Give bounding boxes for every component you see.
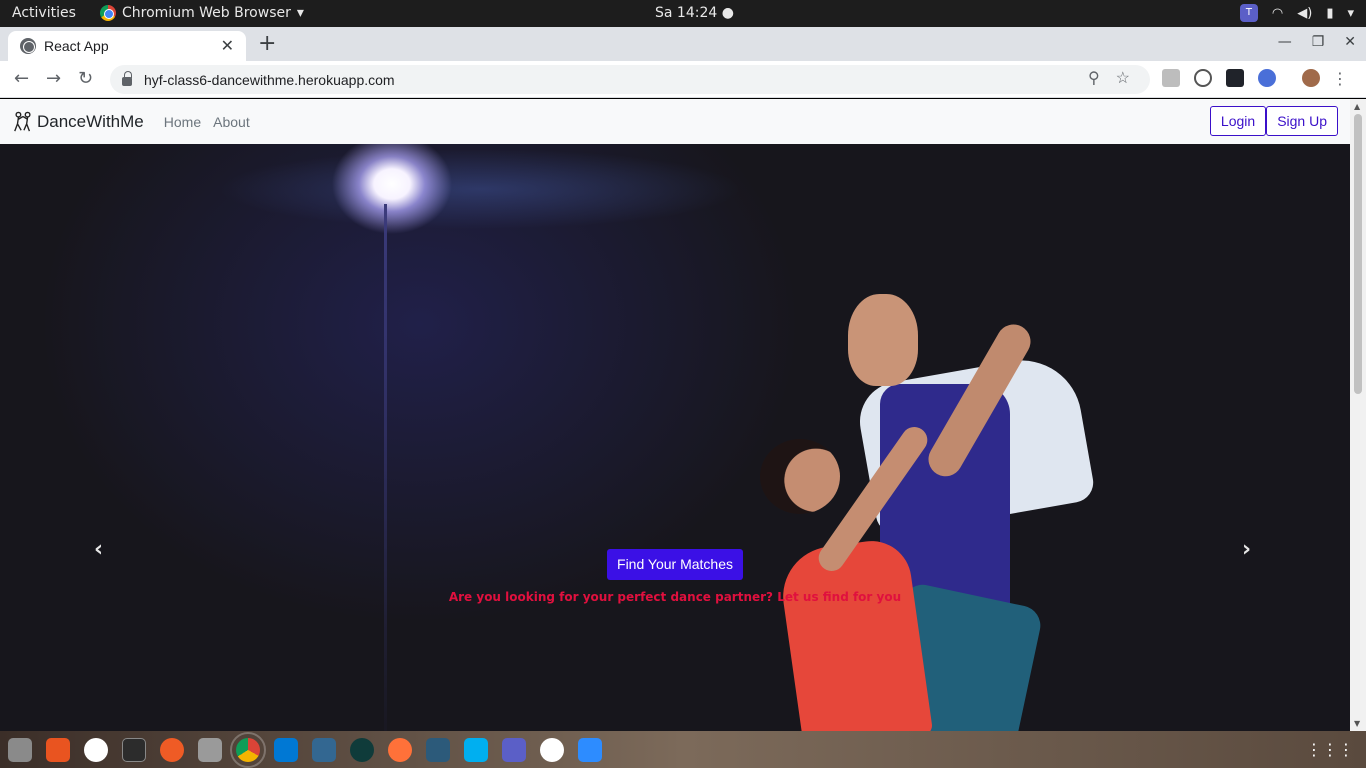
dancer-woman-head xyxy=(760,439,840,514)
bookmark-star-icon[interactable]: ☆ xyxy=(1116,68,1130,88)
new-tab-button[interactable]: + xyxy=(258,31,276,56)
url-text[interactable]: hyf-class6-dancewithme.herokuapp.com xyxy=(144,72,395,88)
scrollbar-thumb[interactable] xyxy=(1354,114,1362,394)
brand[interactable]: DanceWithMe xyxy=(12,111,144,133)
tab-strip: React App ✕ + — ❐ ✕ xyxy=(0,27,1366,61)
address-bar[interactable]: hyf-class6-dancewithme.herokuapp.com ⚲ ☆ xyxy=(110,65,1150,94)
scanner-icon[interactable] xyxy=(198,737,222,762)
close-window-icon[interactable]: ✕ xyxy=(1344,34,1356,50)
globe-icon xyxy=(20,38,36,54)
activities-button[interactable]: Activities xyxy=(12,5,76,21)
lock-icon[interactable] xyxy=(122,71,132,86)
clock-label: Sa 14:24 xyxy=(655,5,718,21)
signup-button[interactable]: Sign Up xyxy=(1266,106,1338,136)
slack-icon[interactable] xyxy=(84,737,108,762)
teams-tray-icon[interactable]: T xyxy=(1239,4,1258,22)
login-button[interactable]: Login xyxy=(1209,106,1267,136)
extensions xyxy=(1162,69,1320,87)
zoom-icon[interactable] xyxy=(578,737,602,762)
nav-link-home[interactable]: Home xyxy=(164,114,201,130)
chromium-icon xyxy=(100,5,116,21)
forward-icon[interactable]: → xyxy=(46,68,61,89)
profile-avatar[interactable] xyxy=(1302,69,1320,87)
spotlight-beam xyxy=(384,204,387,731)
extension-r-icon[interactable] xyxy=(1162,69,1180,87)
dancing-couple-image xyxy=(740,294,1100,731)
wifi-icon[interactable]: ◠ xyxy=(1272,6,1283,21)
auth-buttons: Login Sign Up xyxy=(1209,106,1338,136)
back-icon[interactable]: ← xyxy=(14,68,29,89)
postgres-icon[interactable] xyxy=(312,737,336,762)
tab-title: React App xyxy=(44,38,109,54)
close-icon[interactable]: ✕ xyxy=(221,36,234,56)
extension-circle-icon[interactable] xyxy=(1258,69,1276,87)
scroll-up-icon[interactable]: ▲ xyxy=(1354,102,1360,111)
page-scrollbar[interactable]: ▲ ▼ xyxy=(1350,99,1366,731)
mysql-workbench-icon[interactable] xyxy=(426,737,450,762)
browser-menu-icon[interactable]: ⋮ xyxy=(1332,69,1348,88)
dock xyxy=(0,731,1366,768)
files-icon[interactable] xyxy=(8,737,32,762)
omnibox-actions: ⚲ ☆ xyxy=(1088,68,1130,88)
reload-icon[interactable]: ↻ xyxy=(78,68,93,89)
scroll-down-icon[interactable]: ▼ xyxy=(1354,719,1360,728)
carousel-caption: Find Your Matches Are you looking for yo… xyxy=(0,549,1350,604)
app-menu-label: Chromium Web Browser xyxy=(122,5,291,21)
tab-react-app[interactable]: React App ✕ xyxy=(8,31,246,61)
hero-carousel: ‹ › Find Your Matches Are you looking fo… xyxy=(0,144,1350,731)
zoom-icon[interactable]: ⚲ xyxy=(1088,68,1100,88)
app-menu[interactable]: Chromium Web Browser ▾ xyxy=(100,5,304,21)
firefox-icon[interactable] xyxy=(388,737,412,762)
minimize-icon[interactable]: — xyxy=(1278,34,1292,50)
clock[interactable]: Sa 14:24 ● xyxy=(655,5,734,21)
chevron-down-icon[interactable]: ▾ xyxy=(1347,6,1354,21)
dancer-head xyxy=(848,294,918,386)
nav-link-about[interactable]: About xyxy=(213,114,250,130)
show-applications-icon[interactable]: ⋮⋮⋮ xyxy=(1306,740,1354,759)
software-center-icon[interactable] xyxy=(46,737,70,762)
terminal-icon[interactable] xyxy=(122,737,146,762)
chevron-down-icon: ▾ xyxy=(296,5,304,21)
teams-icon[interactable] xyxy=(502,737,526,762)
system-tray[interactable]: T ◠ ◀) ▮ ▾ xyxy=(1239,4,1354,22)
react-devtools-icon[interactable] xyxy=(1226,69,1244,87)
brand-label: DanceWithMe xyxy=(37,111,144,131)
extension-code-icon[interactable] xyxy=(1194,69,1212,87)
system-top-bar: Activities Chromium Web Browser ▾ Sa 14:… xyxy=(0,0,1366,27)
site-navbar: DanceWithMe Home About Login Sign Up xyxy=(0,99,1350,144)
maximize-icon[interactable]: ❐ xyxy=(1312,34,1325,50)
vscode-icon[interactable] xyxy=(274,737,298,762)
gitkraken-icon[interactable] xyxy=(350,737,374,762)
postman-icon[interactable] xyxy=(160,737,184,762)
volume-icon[interactable]: ◀) xyxy=(1297,6,1312,21)
mongodb-compass-icon[interactable] xyxy=(540,737,564,762)
chromium-dock-icon[interactable] xyxy=(230,731,266,768)
window-controls: — ❐ ✕ xyxy=(1278,34,1356,50)
battery-icon[interactable]: ▮ xyxy=(1326,6,1333,21)
hero-tagline: Are you looking for your perfect dance p… xyxy=(448,590,902,604)
browser-toolbar: ← → ↻ hyf-class6-dancewithme.herokuapp.c… xyxy=(0,61,1366,98)
skype-icon[interactable] xyxy=(464,737,488,762)
dancers-logo-icon xyxy=(14,111,31,131)
find-matches-button[interactable]: Find Your Matches xyxy=(607,549,743,580)
